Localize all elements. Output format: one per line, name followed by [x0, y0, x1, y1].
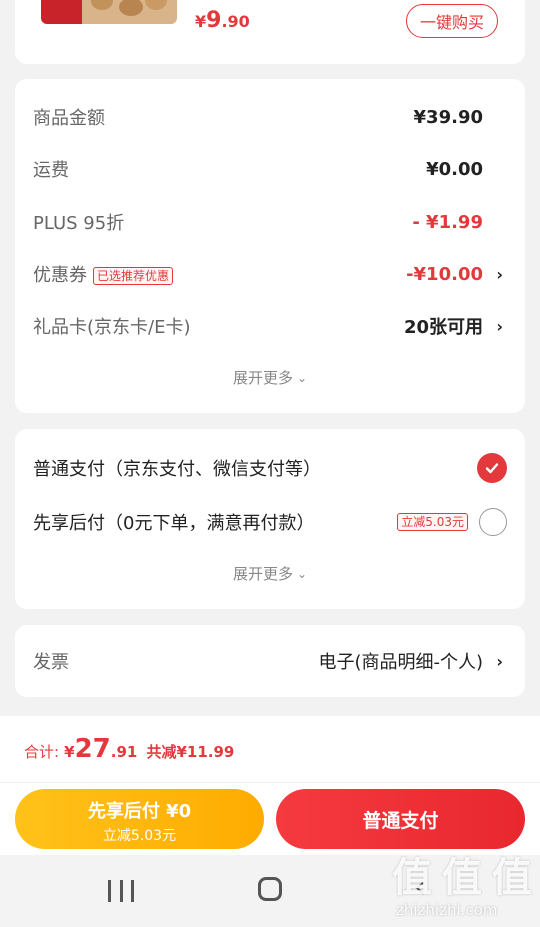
summary-value: ¥39.90 [413, 106, 483, 128]
summary-label: 优惠券 [33, 265, 87, 286]
summary-label: 运费 [33, 160, 69, 181]
chevron-right-icon: › [496, 264, 503, 284]
normal-pay-button[interactable]: 普通支付 [276, 789, 525, 849]
summary-row-shipping: 运费 ¥0.00 [15, 147, 525, 191]
product-thumbnail[interactable] [41, 0, 177, 24]
summary-value: ¥0.00 [426, 158, 483, 180]
payment-option-normal[interactable]: 普通支付（京东支付、微信支付等） [15, 446, 525, 490]
expand-more-summary[interactable]: 展开更多 ⌄ [15, 367, 525, 388]
pay-later-button[interactable]: 先享后付 ¥0 立减5.03元 [15, 789, 264, 849]
summary-row-goods-amount: 商品金额 ¥39.90 [15, 95, 525, 139]
product-price: ¥9.90 [195, 8, 250, 33]
one-click-buy-button[interactable]: 一键购买 [406, 4, 498, 38]
summary-row-plus-discount: PLUS 95折 - ¥1.99 [15, 200, 525, 244]
invoice-label: 发票 [33, 652, 69, 673]
payment-method-card: 普通支付（京东支付、微信支付等） 先享后付（0元下单，满意再付款） 立减5.03… [15, 429, 525, 609]
unchecked-radio-icon[interactable] [479, 508, 507, 536]
chevron-down-icon: ⌄ [296, 567, 308, 581]
system-nav-bar: ‹ 值 值 值 zhizhizhi.com [0, 855, 540, 927]
summary-row-coupon[interactable]: 优惠券 已选推荐优惠 -¥10.00 › [15, 252, 525, 296]
watermark-logo: 值 值 值 [392, 855, 532, 901]
invoice-value: 电子(商品明细-个人) [318, 652, 483, 673]
payment-option-label: 先享后付（0元下单，满意再付款） [33, 513, 315, 534]
recommended-coupon-badge: 已选推荐优惠 [93, 267, 174, 285]
chevron-down-icon: ⌄ [296, 371, 308, 385]
watermark-site: zhizhizhi.com [396, 901, 498, 919]
product-card: ¥9.90 一键购买 [15, 0, 525, 64]
summary-row-gift-card[interactable]: 礼品卡(京东卡/E卡) 20张可用 › [15, 304, 525, 348]
summary-label: PLUS 95折 [33, 213, 125, 234]
total-bar: 合计: ¥27.91 共减¥11.99 [0, 716, 540, 782]
recent-apps-icon[interactable] [108, 880, 134, 902]
payment-option-label: 普通支付（京东支付、微信支付等） [33, 459, 321, 480]
summary-value: - ¥1.99 [412, 211, 483, 233]
home-icon[interactable] [258, 877, 282, 901]
summary-label: 礼品卡(京东卡/E卡) [33, 317, 191, 338]
expand-more-payment[interactable]: 展开更多 ⌄ [15, 563, 525, 584]
summary-label: 商品金额 [33, 108, 105, 129]
total-discount: 共减¥11.99 [146, 743, 235, 761]
invoice-card[interactable]: 发票 电子(商品明细-个人) › [15, 625, 525, 697]
chevron-right-icon: › [496, 651, 503, 671]
payment-option-pay-later[interactable]: 先享后付（0元下单，满意再付款） 立减5.03元 [15, 500, 525, 544]
checked-radio-icon[interactable] [477, 453, 507, 483]
pay-later-discount-badge: 立减5.03元 [397, 513, 468, 531]
summary-value: -¥10.00 [406, 263, 483, 285]
chevron-right-icon: › [496, 316, 503, 336]
summary-value: 20张可用 [403, 317, 483, 338]
order-summary-card: 商品金额 ¥39.90 运费 ¥0.00 PLUS 95折 - ¥1.99 优惠… [15, 79, 525, 413]
total-amount: 合计: ¥27.91 共减¥11.99 [24, 734, 235, 764]
